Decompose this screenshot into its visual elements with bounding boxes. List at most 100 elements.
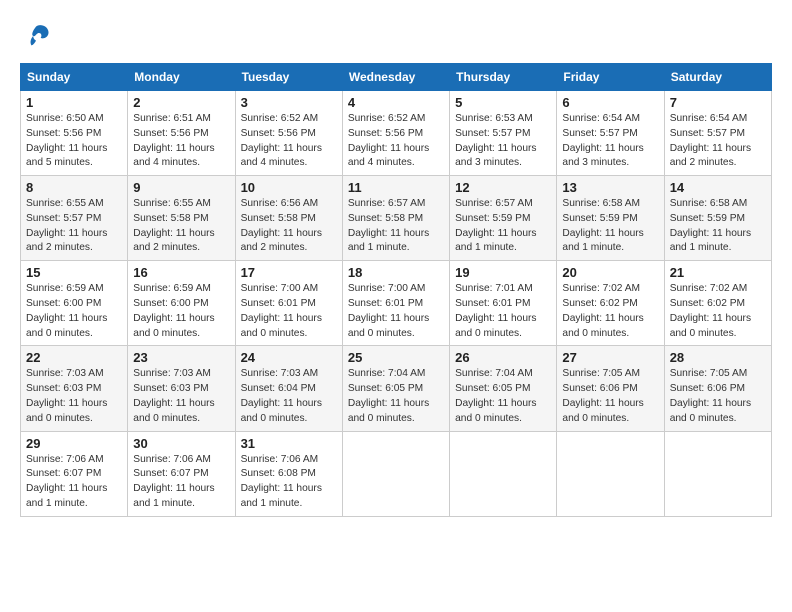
day-cell: 30 Sunrise: 7:06 AM Sunset: 6:07 PM Dayl… bbox=[128, 431, 235, 516]
day-cell: 28 Sunrise: 7:05 AM Sunset: 6:06 PM Dayl… bbox=[664, 346, 771, 431]
day-info: Sunrise: 7:04 AM Sunset: 6:05 PM Dayligh… bbox=[348, 367, 444, 426]
day-cell: 11 Sunrise: 6:57 AM Sunset: 5:58 PM Dayl… bbox=[342, 176, 449, 261]
day-cell bbox=[342, 431, 449, 516]
day-cell: 23 Sunrise: 7:03 AM Sunset: 6:03 PM Dayl… bbox=[128, 346, 235, 431]
day-number: 7 bbox=[670, 95, 766, 110]
day-number: 21 bbox=[670, 265, 766, 280]
header-cell-thursday: Thursday bbox=[450, 64, 557, 91]
day-info: Sunrise: 6:58 AM Sunset: 5:59 PM Dayligh… bbox=[670, 197, 766, 256]
day-info: Sunrise: 6:53 AM Sunset: 5:57 PM Dayligh… bbox=[455, 112, 551, 171]
day-cell bbox=[450, 431, 557, 516]
day-cell: 31 Sunrise: 7:06 AM Sunset: 6:08 PM Dayl… bbox=[235, 431, 342, 516]
day-cell: 2 Sunrise: 6:51 AM Sunset: 5:56 PM Dayli… bbox=[128, 91, 235, 176]
day-number: 14 bbox=[670, 180, 766, 195]
day-cell: 14 Sunrise: 6:58 AM Sunset: 5:59 PM Dayl… bbox=[664, 176, 771, 261]
day-cell: 15 Sunrise: 6:59 AM Sunset: 6:00 PM Dayl… bbox=[21, 261, 128, 346]
day-info: Sunrise: 6:54 AM Sunset: 5:57 PM Dayligh… bbox=[670, 112, 766, 171]
day-number: 15 bbox=[26, 265, 122, 280]
day-cell: 29 Sunrise: 7:06 AM Sunset: 6:07 PM Dayl… bbox=[21, 431, 128, 516]
day-cell: 16 Sunrise: 6:59 AM Sunset: 6:00 PM Dayl… bbox=[128, 261, 235, 346]
day-info: Sunrise: 6:52 AM Sunset: 5:56 PM Dayligh… bbox=[348, 112, 444, 171]
day-info: Sunrise: 6:51 AM Sunset: 5:56 PM Dayligh… bbox=[133, 112, 229, 171]
day-number: 30 bbox=[133, 436, 229, 451]
day-cell: 26 Sunrise: 7:04 AM Sunset: 6:05 PM Dayl… bbox=[450, 346, 557, 431]
day-number: 3 bbox=[241, 95, 337, 110]
day-number: 17 bbox=[241, 265, 337, 280]
week-row-1: 1 Sunrise: 6:50 AM Sunset: 5:56 PM Dayli… bbox=[21, 91, 772, 176]
day-info: Sunrise: 6:55 AM Sunset: 5:58 PM Dayligh… bbox=[133, 197, 229, 256]
day-number: 11 bbox=[348, 180, 444, 195]
day-info: Sunrise: 6:59 AM Sunset: 6:00 PM Dayligh… bbox=[133, 282, 229, 341]
logo bbox=[20, 22, 50, 55]
day-number: 27 bbox=[562, 350, 658, 365]
header-cell-friday: Friday bbox=[557, 64, 664, 91]
week-row-4: 22 Sunrise: 7:03 AM Sunset: 6:03 PM Dayl… bbox=[21, 346, 772, 431]
day-number: 20 bbox=[562, 265, 658, 280]
day-number: 4 bbox=[348, 95, 444, 110]
day-info: Sunrise: 6:58 AM Sunset: 5:59 PM Dayligh… bbox=[562, 197, 658, 256]
day-number: 8 bbox=[26, 180, 122, 195]
day-cell bbox=[664, 431, 771, 516]
day-number: 6 bbox=[562, 95, 658, 110]
day-info: Sunrise: 6:50 AM Sunset: 5:56 PM Dayligh… bbox=[26, 112, 122, 171]
day-cell bbox=[557, 431, 664, 516]
header-row: SundayMondayTuesdayWednesdayThursdayFrid… bbox=[21, 64, 772, 91]
day-info: Sunrise: 7:04 AM Sunset: 6:05 PM Dayligh… bbox=[455, 367, 551, 426]
day-number: 29 bbox=[26, 436, 122, 451]
day-info: Sunrise: 6:57 AM Sunset: 5:58 PM Dayligh… bbox=[348, 197, 444, 256]
day-cell: 18 Sunrise: 7:00 AM Sunset: 6:01 PM Dayl… bbox=[342, 261, 449, 346]
day-cell: 20 Sunrise: 7:02 AM Sunset: 6:02 PM Dayl… bbox=[557, 261, 664, 346]
day-cell: 17 Sunrise: 7:00 AM Sunset: 6:01 PM Dayl… bbox=[235, 261, 342, 346]
day-number: 23 bbox=[133, 350, 229, 365]
day-info: Sunrise: 6:57 AM Sunset: 5:59 PM Dayligh… bbox=[455, 197, 551, 256]
day-info: Sunrise: 6:54 AM Sunset: 5:57 PM Dayligh… bbox=[562, 112, 658, 171]
day-info: Sunrise: 7:03 AM Sunset: 6:04 PM Dayligh… bbox=[241, 367, 337, 426]
day-info: Sunrise: 6:59 AM Sunset: 6:00 PM Dayligh… bbox=[26, 282, 122, 341]
day-number: 16 bbox=[133, 265, 229, 280]
day-cell: 22 Sunrise: 7:03 AM Sunset: 6:03 PM Dayl… bbox=[21, 346, 128, 431]
day-cell: 9 Sunrise: 6:55 AM Sunset: 5:58 PM Dayli… bbox=[128, 176, 235, 261]
day-info: Sunrise: 7:00 AM Sunset: 6:01 PM Dayligh… bbox=[241, 282, 337, 341]
day-cell: 6 Sunrise: 6:54 AM Sunset: 5:57 PM Dayli… bbox=[557, 91, 664, 176]
logo-bird-icon bbox=[22, 22, 50, 50]
day-cell: 12 Sunrise: 6:57 AM Sunset: 5:59 PM Dayl… bbox=[450, 176, 557, 261]
day-cell: 19 Sunrise: 7:01 AM Sunset: 6:01 PM Dayl… bbox=[450, 261, 557, 346]
day-info: Sunrise: 7:03 AM Sunset: 6:03 PM Dayligh… bbox=[133, 367, 229, 426]
day-cell: 3 Sunrise: 6:52 AM Sunset: 5:56 PM Dayli… bbox=[235, 91, 342, 176]
day-cell: 27 Sunrise: 7:05 AM Sunset: 6:06 PM Dayl… bbox=[557, 346, 664, 431]
day-cell: 5 Sunrise: 6:53 AM Sunset: 5:57 PM Dayli… bbox=[450, 91, 557, 176]
day-info: Sunrise: 6:55 AM Sunset: 5:57 PM Dayligh… bbox=[26, 197, 122, 256]
header-cell-tuesday: Tuesday bbox=[235, 64, 342, 91]
header-cell-saturday: Saturday bbox=[664, 64, 771, 91]
day-number: 12 bbox=[455, 180, 551, 195]
day-cell: 13 Sunrise: 6:58 AM Sunset: 5:59 PM Dayl… bbox=[557, 176, 664, 261]
day-number: 10 bbox=[241, 180, 337, 195]
day-number: 1 bbox=[26, 95, 122, 110]
header bbox=[20, 18, 772, 55]
day-info: Sunrise: 7:06 AM Sunset: 6:07 PM Dayligh… bbox=[26, 453, 122, 512]
day-info: Sunrise: 7:03 AM Sunset: 6:03 PM Dayligh… bbox=[26, 367, 122, 426]
day-info: Sunrise: 7:06 AM Sunset: 6:08 PM Dayligh… bbox=[241, 453, 337, 512]
header-cell-sunday: Sunday bbox=[21, 64, 128, 91]
day-number: 13 bbox=[562, 180, 658, 195]
day-cell: 1 Sunrise: 6:50 AM Sunset: 5:56 PM Dayli… bbox=[21, 91, 128, 176]
week-row-3: 15 Sunrise: 6:59 AM Sunset: 6:00 PM Dayl… bbox=[21, 261, 772, 346]
day-info: Sunrise: 7:01 AM Sunset: 6:01 PM Dayligh… bbox=[455, 282, 551, 341]
day-info: Sunrise: 7:05 AM Sunset: 6:06 PM Dayligh… bbox=[562, 367, 658, 426]
day-cell: 10 Sunrise: 6:56 AM Sunset: 5:58 PM Dayl… bbox=[235, 176, 342, 261]
day-number: 9 bbox=[133, 180, 229, 195]
calendar-table: SundayMondayTuesdayWednesdayThursdayFrid… bbox=[20, 63, 772, 517]
day-info: Sunrise: 6:52 AM Sunset: 5:56 PM Dayligh… bbox=[241, 112, 337, 171]
day-number: 25 bbox=[348, 350, 444, 365]
day-info: Sunrise: 6:56 AM Sunset: 5:58 PM Dayligh… bbox=[241, 197, 337, 256]
week-row-5: 29 Sunrise: 7:06 AM Sunset: 6:07 PM Dayl… bbox=[21, 431, 772, 516]
day-cell: 7 Sunrise: 6:54 AM Sunset: 5:57 PM Dayli… bbox=[664, 91, 771, 176]
day-info: Sunrise: 7:06 AM Sunset: 6:07 PM Dayligh… bbox=[133, 453, 229, 512]
day-info: Sunrise: 7:05 AM Sunset: 6:06 PM Dayligh… bbox=[670, 367, 766, 426]
day-number: 24 bbox=[241, 350, 337, 365]
day-cell: 25 Sunrise: 7:04 AM Sunset: 6:05 PM Dayl… bbox=[342, 346, 449, 431]
day-number: 2 bbox=[133, 95, 229, 110]
day-number: 31 bbox=[241, 436, 337, 451]
day-number: 26 bbox=[455, 350, 551, 365]
day-info: Sunrise: 7:00 AM Sunset: 6:01 PM Dayligh… bbox=[348, 282, 444, 341]
